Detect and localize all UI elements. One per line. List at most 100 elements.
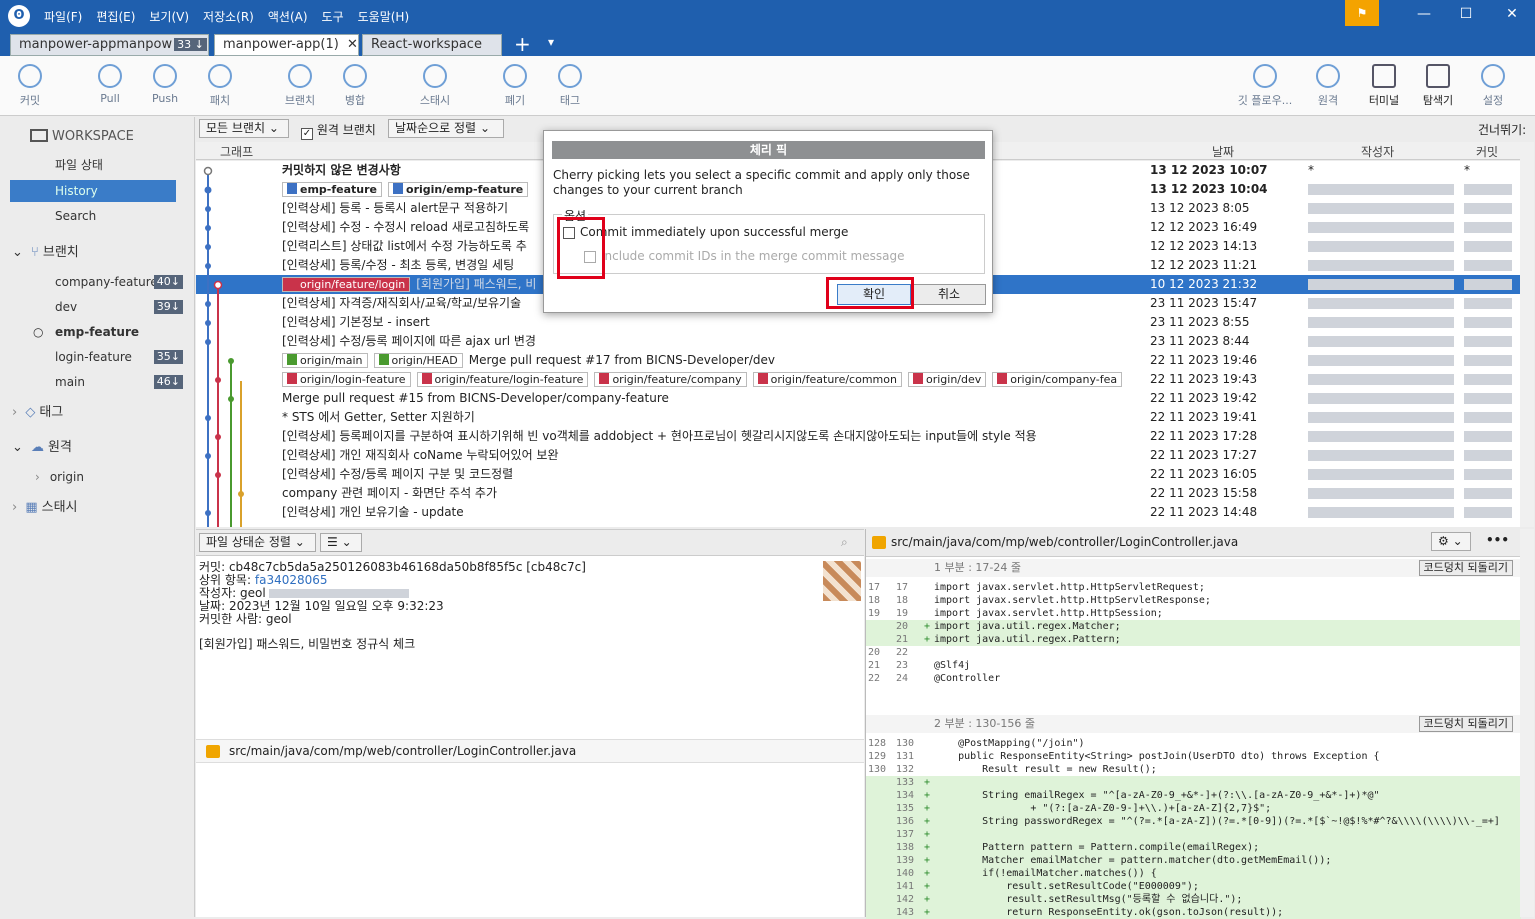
tab-manpower-app-1[interactable]: manpower-app(1) ✕ xyxy=(214,34,359,56)
menu-item[interactable]: 편집(E) xyxy=(96,8,135,25)
col-date[interactable]: 날짜 xyxy=(1212,143,1234,160)
branch-filter-dropdown[interactable]: 모든 브랜치 ⌄ xyxy=(199,119,289,138)
sort-dropdown[interactable]: 날짜순으로 정렬 ⌄ xyxy=(388,119,504,138)
chevron-down-icon[interactable]: ⌄ xyxy=(12,245,23,260)
commit-row[interactable]: [인력상세] 개인 재직회사 coName 누락되어있어 보완 22 11 202… xyxy=(196,446,1521,465)
ref-label[interactable]: origin/emp-feature xyxy=(388,182,529,197)
chevron-down-icon[interactable]: ⌄ xyxy=(12,440,23,455)
add-tab-icon[interactable]: + xyxy=(514,32,531,56)
commit-row[interactable]: Merge pull request #15 from BICNS-Develo… xyxy=(196,389,1521,408)
skip-label: 건너뛰기: xyxy=(1478,123,1527,137)
author-blurred xyxy=(1308,298,1454,309)
minimize-icon[interactable]: — xyxy=(1414,6,1434,26)
sidebar-item-branch[interactable]: company-feature 40↓ xyxy=(55,271,195,293)
sidebar-item-search[interactable]: Search xyxy=(55,205,195,227)
toolbar-pull-button[interactable]: Pull xyxy=(85,64,135,105)
commit-message-text: [인력상세] 개인 재직회사 coName 누락되어있어 보완 xyxy=(282,448,559,462)
commit-row[interactable]: [인력상세] 기본정보 - insert 23 11 2023 8:55 xyxy=(196,313,1521,332)
view-mode-dropdown[interactable]: ☰ ⌄ xyxy=(320,533,362,552)
toolbar-settings-button[interactable]: 설정 xyxy=(1458,64,1528,108)
title-bar: ʘ 파일(F) 편집(E) 보기(V) 저장소(R) 액션(A) 도구 도움말(H) ⚑ —… xyxy=(0,0,1535,32)
commit-row[interactable]: [인력상세] 개인 보유기술 - update 22 11 2023 14:48 xyxy=(196,503,1521,522)
changed-file-path: src/main/java/com/mp/web/controller/Logi… xyxy=(229,744,577,758)
chevron-right-icon[interactable]: › xyxy=(12,405,17,420)
tab-react-workspace[interactable]: React-workspace xyxy=(362,34,502,56)
menu-item[interactable]: 보기(V) xyxy=(149,8,189,25)
tab-menu-icon[interactable]: ▾ xyxy=(548,35,554,49)
toolbar-plus-button[interactable]: 커밋 xyxy=(5,64,55,108)
toolbar-push-button[interactable]: Push xyxy=(140,64,190,105)
commit-row[interactable]: origin/login-feature origin/feature/login… xyxy=(196,370,1521,389)
toolbar-stash-button[interactable]: 스태시 xyxy=(410,64,460,108)
toolbar-discard-button[interactable]: 폐기 xyxy=(490,64,540,108)
commit-row[interactable]: * STS 에서 Getter, Setter 지원하기 22 11 2023 1… xyxy=(196,408,1521,427)
checkbox-checked-icon[interactable]: ✓ xyxy=(301,128,313,140)
parent-hash-link[interactable]: fa34028065 xyxy=(255,573,328,587)
sidebar-remotes-header[interactable]: ⌄ ☁ 원격 xyxy=(12,437,195,459)
diff-sign: + xyxy=(924,894,931,905)
ref-label[interactable]: origin/company-fea xyxy=(992,372,1123,387)
sidebar-stash-header[interactable]: › ▦ 스태시 xyxy=(12,497,195,519)
sidebar-item-branch[interactable]: main 46↓ xyxy=(55,371,195,393)
cancel-button[interactable]: 취소 xyxy=(912,284,986,305)
revert-hunk-1-button[interactable]: 코드덩치 되돌리기 xyxy=(1418,560,1513,576)
search-icon[interactable]: ⌕ xyxy=(841,535,848,550)
ref-name: origin/emp-feature xyxy=(406,183,524,196)
toolbar-tag-button[interactable]: 태그 xyxy=(545,64,595,108)
menu-item[interactable]: 파일(F) xyxy=(44,8,82,25)
toolbar-branch-button[interactable]: 브랜치 xyxy=(275,64,325,108)
sidebar-branches-header[interactable]: ⌄ ⑂ 브랜치 xyxy=(12,242,195,264)
col-author[interactable]: 작성자 xyxy=(1361,143,1394,160)
menu-item[interactable]: 도구 xyxy=(322,8,344,25)
ref-label[interactable]: origin/feature/common xyxy=(752,372,902,387)
col-description[interactable]: 설명 xyxy=(282,143,304,160)
close-window-icon[interactable]: ✕ xyxy=(1502,6,1522,26)
commit-row[interactable]: [인력상세] 수정/등록 페이지에 따른 ajax url 변경 23 11 20… xyxy=(196,332,1521,351)
commit-scrollbar[interactable] xyxy=(1520,142,1534,527)
sidebar-item-branch[interactable]: ○ emp-feature xyxy=(33,321,195,343)
ref-label[interactable]: origin/main xyxy=(282,353,368,368)
menu-item[interactable]: 저장소(R) xyxy=(203,8,254,25)
flag-icon[interactable]: ⚑ xyxy=(1345,0,1379,26)
sidebar-item-branch[interactable]: login-feature 35↓ xyxy=(55,346,195,368)
sidebar-item-origin[interactable]: › origin xyxy=(35,466,195,488)
commit-row[interactable]: origin/main origin/HEAD Merge pull request… xyxy=(196,351,1521,370)
diff-settings-dropdown[interactable]: ⚙ ⌄ xyxy=(1431,532,1471,551)
commit-row[interactable]: company 관련 페이지 - 화면단 주석 추가 22 11 2023 15:… xyxy=(196,484,1521,503)
tab-close-icon[interactable]: ✕ xyxy=(347,37,358,52)
commit-row[interactable]: [인력상세] 수정/등록 페이지 구분 및 코드정렬 22 11 2023 16:… xyxy=(196,465,1521,484)
menu-item[interactable]: 도움말(H) xyxy=(358,8,410,25)
sidebar-tags-header[interactable]: › ◇ 태그 xyxy=(12,402,195,424)
ref-label[interactable]: emp-feature xyxy=(282,182,383,197)
code-text: String passwordRegex = "^(?=.*[a-zA-Z])(… xyxy=(934,816,1500,827)
revert-hunk-2-button[interactable]: 코드덩치 되돌리기 xyxy=(1418,716,1513,732)
toolbar-merge-button[interactable]: 병합 xyxy=(330,64,380,108)
toolbar-patch-button[interactable]: 패치 xyxy=(195,64,245,108)
col-commit[interactable]: 커밋 xyxy=(1476,143,1498,160)
file-sort-dropdown[interactable]: 파일 상태순 정렬 ⌄ xyxy=(199,533,316,552)
ref-label[interactable]: origin/feature/company xyxy=(594,372,747,387)
commit-date: 23 11 2023 15:47 xyxy=(1150,296,1258,310)
col-graph[interactable]: 그래프 xyxy=(220,143,253,160)
sidebar-item-history[interactable]: History xyxy=(10,180,176,202)
ref-label[interactable]: origin/feature/login-feature xyxy=(416,372,589,387)
tab-manpower-appmanpow[interactable]: manpower-appmanpow 33 ↓ xyxy=(10,34,209,56)
sidebar-item-file-status[interactable]: 파일 상태 xyxy=(55,154,195,176)
commit-row[interactable]: [인력상세] 등록페이지를 구분하여 표시하기위해 빈 vo객체를 addobj… xyxy=(196,427,1521,446)
ref-label[interactable]: origin/HEAD xyxy=(373,353,463,368)
more-options-icon[interactable]: ••• xyxy=(1486,533,1509,547)
commit-date: 12 12 2023 11:21 xyxy=(1150,258,1258,272)
remote-branch-checkbox[interactable]: ✓ 원격 브랜치 xyxy=(301,121,376,140)
maximize-icon[interactable]: ☐ xyxy=(1456,6,1476,26)
sidebar-item-branch[interactable]: dev 39↓ xyxy=(55,296,195,318)
ref-label[interactable]: origin/login-feature xyxy=(282,372,411,387)
diff-scrollbar[interactable] xyxy=(1520,529,1534,917)
menu-item[interactable]: 액션(A) xyxy=(268,8,308,25)
ref-label[interactable]: origin/dev xyxy=(907,372,987,387)
new-line-number: 134 xyxy=(896,790,915,801)
chevron-right-icon[interactable]: › xyxy=(12,500,17,515)
changed-file-row[interactable]: src/main/java/com/mp/web/controller/Logi… xyxy=(196,739,864,763)
toolbar-git-flow-button[interactable]: 깃 플로우... xyxy=(1230,64,1300,108)
chevron-right-icon[interactable]: › xyxy=(35,470,40,484)
ref-label[interactable]: origin/feature/login xyxy=(282,277,411,292)
